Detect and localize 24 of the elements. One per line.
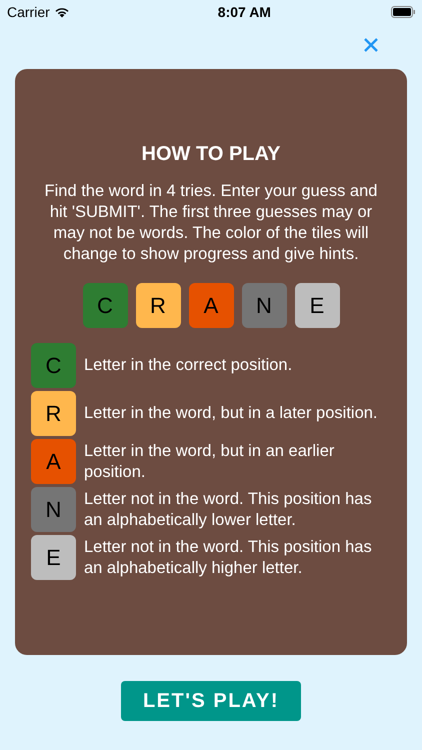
letter-tile: R <box>31 391 76 436</box>
legend-text: Letter in the word, but in a later position. <box>84 403 378 424</box>
legend-text: Letter not in the word. This position has an alphabetically higher letter. <box>84 536 373 578</box>
card-title: HOW TO PLAY <box>142 142 280 167</box>
letter-tile: E <box>294 283 340 328</box>
legend-text: Letter in the word, but in an earlier position. <box>84 440 336 482</box>
legend-text: Letter in the correct position. <box>84 355 292 376</box>
letter-tile: A <box>188 283 234 328</box>
battery-icon <box>390 6 415 18</box>
letter-tile: C <box>31 343 76 388</box>
letter-tile: N <box>242 283 286 328</box>
letter-tile: A <box>31 439 76 484</box>
letter-tile: R <box>136 283 180 328</box>
carrier-label: Carrier <box>7 2 50 22</box>
letter-tile: C <box>82 283 128 328</box>
close-button[interactable] <box>362 36 380 54</box>
letter-tile: N <box>31 487 76 532</box>
play-button[interactable]: LET'S PLAY! <box>121 681 301 721</box>
letter-tile: E <box>31 535 76 580</box>
legend-text: Letter not in the word. This position has an alphabetically lower letter. <box>84 488 373 530</box>
close-icon <box>364 38 378 52</box>
wifi-icon <box>54 6 70 18</box>
clock-time: 8:07 AM <box>218 2 271 22</box>
intro-paragraph: Find the word in 4 tries. Enter your guess and hit 'SUBMIT'. The first three guesses may or may not be words. The color of the tiles will change to show progress and give hints. <box>44 181 378 265</box>
